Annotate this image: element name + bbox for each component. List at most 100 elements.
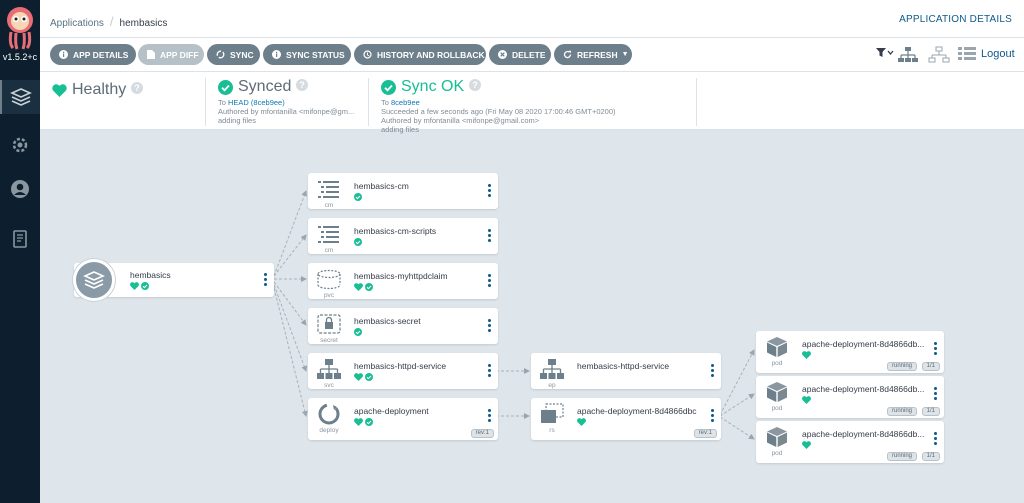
- list-view-icon[interactable]: [958, 46, 976, 67]
- node-menu-button[interactable]: [488, 319, 492, 334]
- heart-icon: [802, 396, 811, 404]
- refresh-button[interactable]: REFRESH ▼: [554, 44, 632, 65]
- deploy-icon: [316, 403, 342, 427]
- app-diff-button[interactable]: APP DIFF: [138, 44, 204, 65]
- app-diff-label: APP DIFF: [160, 49, 199, 60]
- sync-button[interactable]: SYNC: [207, 44, 260, 65]
- node-status: [354, 418, 373, 426]
- check-circle-icon: [218, 79, 233, 95]
- top-bar: Applications / hembasics APPLICATION DETAI…: [40, 0, 1024, 38]
- heart-icon: [52, 83, 67, 97]
- help-icon[interactable]: ?: [469, 78, 482, 96]
- check-circle-icon: [381, 79, 396, 95]
- node-kind: deploy: [319, 427, 339, 434]
- user-icon: [11, 180, 29, 198]
- sync-label: Synced: [238, 78, 292, 95]
- svg-text:?: ?: [135, 83, 141, 93]
- check-circle-icon: [365, 418, 373, 426]
- node-status: [802, 396, 811, 404]
- delete-button[interactable]: DELETE: [489, 44, 551, 65]
- resource-node-pvc[interactable]: pvc hembasics-myhttpdclaim: [308, 263, 498, 299]
- node-menu-button[interactable]: [488, 229, 492, 244]
- node-status: [802, 351, 811, 359]
- resource-node-endpoint[interactable]: ep hembasics-httpd-service: [531, 353, 721, 389]
- breadcrumb-separator: /: [109, 14, 114, 29]
- node-status: [130, 282, 149, 290]
- resource-node-pod[interactable]: pod apache-deployment-8d4866db... runnin…: [756, 376, 944, 418]
- sync-status-button[interactable]: SYNC STATUS: [263, 44, 351, 65]
- check-circle-icon: [354, 238, 362, 246]
- layers-icon: [10, 88, 32, 106]
- node-kind: pod: [771, 450, 783, 457]
- heart-icon: [577, 418, 586, 426]
- resource-node-deployment[interactable]: deploy apache-deployment rev:1: [308, 398, 498, 440]
- node-kind: cm: [324, 202, 334, 209]
- node-menu-button[interactable]: [934, 342, 938, 357]
- check-circle-icon: [141, 282, 149, 290]
- breadcrumb: Applications / hembasics: [50, 14, 167, 29]
- sync-revision-link[interactable]: HEAD (8ceb9ee): [228, 98, 285, 107]
- nav-docs[interactable]: [0, 222, 40, 256]
- svg-text:?: ?: [472, 80, 478, 90]
- resource-node-pod[interactable]: pod apache-deployment-8d4866db... runnin…: [756, 331, 944, 373]
- heart-icon: [354, 418, 363, 426]
- node-menu-button[interactable]: [934, 387, 938, 402]
- nav-applications[interactable]: [0, 80, 40, 114]
- resource-node-secret[interactable]: secret hembasics-secret: [308, 308, 498, 344]
- refresh-icon: [563, 50, 572, 59]
- node-menu-button[interactable]: [934, 432, 938, 447]
- resource-node-service[interactable]: svc hembasics-httpd-service: [308, 353, 498, 389]
- check-circle-icon: [365, 373, 373, 381]
- resource-node-pod[interactable]: pod apache-deployment-8d4866db... runnin…: [756, 421, 944, 463]
- heart-icon: [354, 373, 363, 381]
- heart-icon: [130, 282, 139, 290]
- node-menu-button[interactable]: [488, 184, 492, 199]
- app-details-label: APP DETAILS: [73, 49, 129, 60]
- delete-label: DELETE: [512, 49, 546, 60]
- sync-author: Authored by mfontanilla <mifonpe@gm...: [218, 107, 355, 116]
- logout-link[interactable]: Logout: [981, 48, 1015, 60]
- node-name: hembasics-myhttpdclaim: [354, 271, 448, 281]
- book-icon: [13, 230, 27, 248]
- argo-logo[interactable]: [3, 4, 37, 50]
- operation-revision-link[interactable]: 8ceb9ee: [391, 98, 420, 107]
- node-menu-button[interactable]: [488, 364, 492, 379]
- filter-icon[interactable]: [875, 46, 895, 65]
- node-kind: ep: [548, 382, 556, 389]
- node-menu-button[interactable]: [488, 409, 492, 424]
- history-rollback-button[interactable]: HISTORY AND ROLLBACK: [354, 44, 486, 65]
- heart-icon: [802, 441, 811, 449]
- network-view-icon[interactable]: [928, 46, 950, 69]
- pod-phase-badge: running: [886, 452, 917, 461]
- node-menu-button[interactable]: [488, 274, 492, 289]
- resource-node-configmap[interactable]: cm hembasics-cm: [308, 173, 498, 209]
- operation-label: Sync OK: [401, 78, 465, 95]
- node-menu-button[interactable]: [711, 409, 715, 424]
- node-menu-button[interactable]: [264, 273, 268, 286]
- resource-node-configmap[interactable]: cm hembasics-cm-scripts: [308, 218, 498, 254]
- pod-ready-badge: 1/1: [921, 407, 940, 416]
- node-status: [354, 328, 362, 336]
- network-icon: [539, 358, 565, 382]
- application-details-link[interactable]: APPLICATION DETAILS: [899, 14, 1012, 25]
- node-name: apache-deployment-8d4866db...: [802, 384, 925, 394]
- nav-user-info[interactable]: [0, 172, 40, 206]
- help-icon[interactable]: ?: [296, 78, 309, 96]
- node-status: [354, 238, 362, 246]
- lock-icon: [316, 313, 342, 337]
- info-icon: [59, 50, 68, 59]
- node-kind: pvc: [323, 292, 335, 299]
- resource-node-replicaset[interactable]: rs apache-deployment-8d4866dbc rev:1: [531, 398, 721, 440]
- breadcrumb-applications[interactable]: Applications: [50, 18, 104, 29]
- tree-view-icon[interactable]: [897, 46, 919, 69]
- operation-status: Sync OK ? To 8ceb9ee Succeeded a few sec…: [368, 78, 698, 134]
- svg-text:?: ?: [300, 80, 306, 90]
- nav-settings[interactable]: [0, 128, 40, 162]
- node-kind: rs: [549, 427, 555, 434]
- app-details-button[interactable]: APP DETAILS: [50, 44, 136, 65]
- node-menu-button[interactable]: [711, 364, 715, 379]
- node-name: apache-deployment-8d4866db...: [802, 429, 925, 439]
- help-icon[interactable]: ?: [131, 81, 144, 99]
- pod-icon: [764, 426, 790, 450]
- heart-icon: [354, 283, 363, 291]
